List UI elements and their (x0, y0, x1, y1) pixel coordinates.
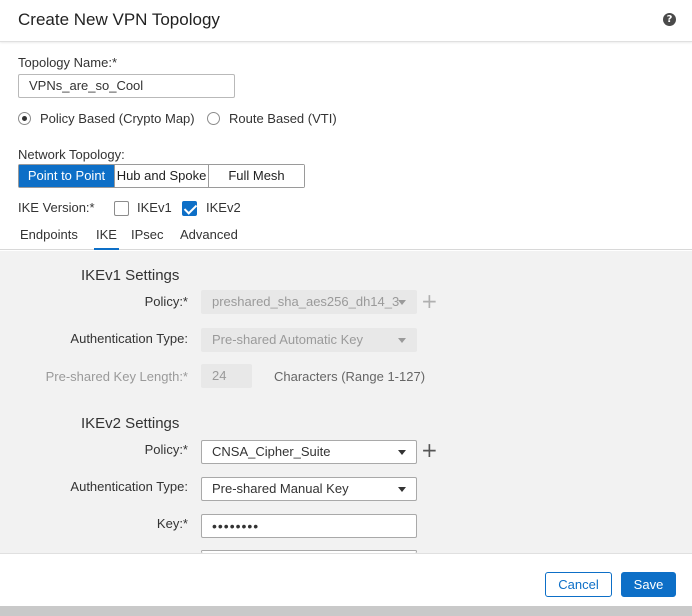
ikev1-label[interactable]: IKEv1 (137, 200, 172, 215)
dialog-header: Create New VPN Topology ? (0, 0, 692, 42)
ikev2-policy-select[interactable]: CNSA_Cipher_Suite (201, 440, 417, 464)
save-button[interactable]: Save (621, 572, 676, 597)
add-ikev2-policy-icon[interactable]: + (421, 440, 438, 460)
chevron-down-icon (398, 450, 406, 455)
cancel-button[interactable]: Cancel (545, 572, 612, 597)
settings-tabs: Endpoints IKE IPsec Advanced (0, 222, 692, 250)
ikev2-label[interactable]: IKEv2 (206, 200, 241, 215)
ikev2-auth-type-value: Pre-shared Manual Key (212, 481, 349, 496)
ikev2-settings-title: IKEv2 Settings (81, 415, 180, 432)
tab-advanced[interactable]: Advanced (180, 227, 238, 242)
ikev1-auth-type-select[interactable]: Pre-shared Automatic Key (201, 328, 417, 352)
policy-based-label[interactable]: Policy Based (Crypto Map) (40, 111, 195, 126)
chevron-down-icon (398, 300, 406, 305)
topology-name-input[interactable]: VPNs_are_so_Cool (18, 74, 235, 98)
ikev2-checkbox[interactable] (182, 201, 197, 216)
dialog-title: Create New VPN Topology (18, 10, 220, 29)
policy-based-radio[interactable] (18, 112, 31, 125)
ikev1-settings-title: IKEv1 Settings (81, 267, 180, 284)
ikev1-policy-value: preshared_sha_aes256_dh14_3 (212, 294, 400, 309)
ike-settings-panel: IKEv1 Settings Policy:* preshared_sha_ae… (0, 251, 692, 553)
point-to-point-button[interactable]: Point to Point (19, 165, 115, 187)
ikev1-key-length-hint: Characters (Range 1-127) (274, 369, 426, 384)
ikev2-policy-value: CNSA_Cipher_Suite (212, 444, 331, 459)
tab-endpoints[interactable]: Endpoints (20, 227, 78, 242)
ikev2-key-input[interactable]: •••••••• (201, 514, 417, 538)
network-topology-label: Network Topology: (18, 147, 125, 162)
chevron-down-icon (398, 487, 406, 492)
route-based-radio[interactable] (207, 112, 220, 125)
full-mesh-button[interactable]: Full Mesh (209, 165, 304, 187)
ikev1-checkbox[interactable] (114, 201, 129, 216)
ike-version-label: IKE Version:* (18, 200, 95, 215)
ikev1-key-length-label: Pre-shared Key Length:* (45, 369, 188, 384)
ikev2-policy-label: Policy:* (144, 442, 188, 457)
tab-ipsec[interactable]: IPsec (131, 227, 164, 242)
tab-ike[interactable]: IKE (94, 227, 119, 250)
topology-name-label: Topology Name:* (18, 55, 117, 70)
add-ikev1-policy-icon[interactable]: + (421, 291, 438, 311)
hub-and-spoke-button[interactable]: Hub and Spoke (115, 165, 209, 187)
ikev2-auth-type-select[interactable]: Pre-shared Manual Key (201, 477, 417, 501)
ikev1-key-length-input[interactable]: 24 (201, 364, 252, 388)
chevron-down-icon (398, 338, 406, 343)
network-topology-selector: Point to Point Hub and Spoke Full Mesh (18, 164, 305, 188)
ikev1-auth-type-label: Authentication Type: (70, 331, 188, 346)
page-background-strip (0, 606, 692, 616)
ikev1-auth-type-value: Pre-shared Automatic Key (212, 332, 364, 347)
help-icon[interactable]: ? (663, 13, 676, 26)
ikev2-key-label: Key:* (156, 516, 188, 531)
ikev1-policy-select[interactable]: preshared_sha_aes256_dh14_3 (201, 290, 417, 314)
route-based-label[interactable]: Route Based (VTI) (229, 111, 337, 126)
ikev2-auth-type-label: Authentication Type: (70, 479, 188, 494)
ikev1-policy-label: Policy:* (144, 294, 188, 309)
